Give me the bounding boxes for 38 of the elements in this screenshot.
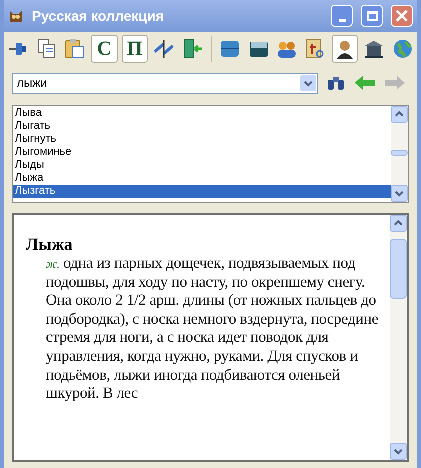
scroll-thumb[interactable] (390, 239, 407, 299)
toolbar-button[interactable] (332, 35, 358, 63)
word-list-item[interactable]: Лыды (13, 159, 391, 172)
toolbar-button[interactable]: С (91, 35, 118, 63)
scrollbar[interactable] (390, 215, 407, 460)
scroll-up-icon[interactable] (390, 215, 407, 232)
close-icon (396, 10, 408, 22)
article-definition: ж. одна из парных дощечек, подвязываемых под подошвы, для ходу по насту, по окрепшему снегу. Она около 2 1/2 арш. длины (от ножных пальцев до подбородка), с носка немного вздернута, посредине стремя для ноги, а с носка идет поводок для управления, когда нужно, руками. Для спусков и подьёмов, лыжи иногда подбиваются оленьей шкурой. В лес (45, 255, 380, 404)
search-input[interactable]: лыжи (13, 74, 300, 92)
word-list-item[interactable]: Лыва (13, 107, 391, 120)
grammar-label: ж. (46, 257, 60, 271)
word-list-item[interactable]: Лыгоминье (13, 146, 391, 159)
scroll-thumb[interactable] (391, 150, 408, 156)
scroll-down-icon[interactable] (391, 185, 408, 202)
word-list-item[interactable]: Лызгать (13, 185, 391, 198)
dropdown-icon[interactable] (300, 74, 317, 92)
arrows-icon (153, 38, 176, 60)
scroll-up-icon[interactable] (391, 106, 408, 123)
article-headword: Лыжа (26, 235, 74, 255)
maximize-button[interactable] (361, 5, 383, 27)
door-icon (182, 38, 204, 60)
close-button[interactable] (391, 5, 413, 27)
toolbar-button[interactable]: П (122, 35, 148, 63)
owl-icon (8, 8, 24, 24)
word-list-item[interactable]: Лыжа (13, 172, 391, 185)
building-icon (363, 38, 386, 60)
clipboard-icon (64, 38, 86, 60)
minimize-button[interactable] (331, 5, 353, 27)
globe-icon (392, 38, 414, 60)
window-title: Русская коллекция (32, 6, 166, 26)
copy-icon (36, 38, 58, 60)
scrollbar[interactable] (391, 106, 408, 202)
word-list-item[interactable]: Лыгать (13, 120, 391, 133)
scroll-icon (304, 38, 326, 60)
binoculars-icon[interactable] (326, 74, 346, 92)
scroll-down-icon[interactable] (390, 443, 407, 460)
search-combobox[interactable]: лыжи (12, 72, 318, 94)
word-list-item[interactable]: Лыгнуть (13, 133, 391, 146)
